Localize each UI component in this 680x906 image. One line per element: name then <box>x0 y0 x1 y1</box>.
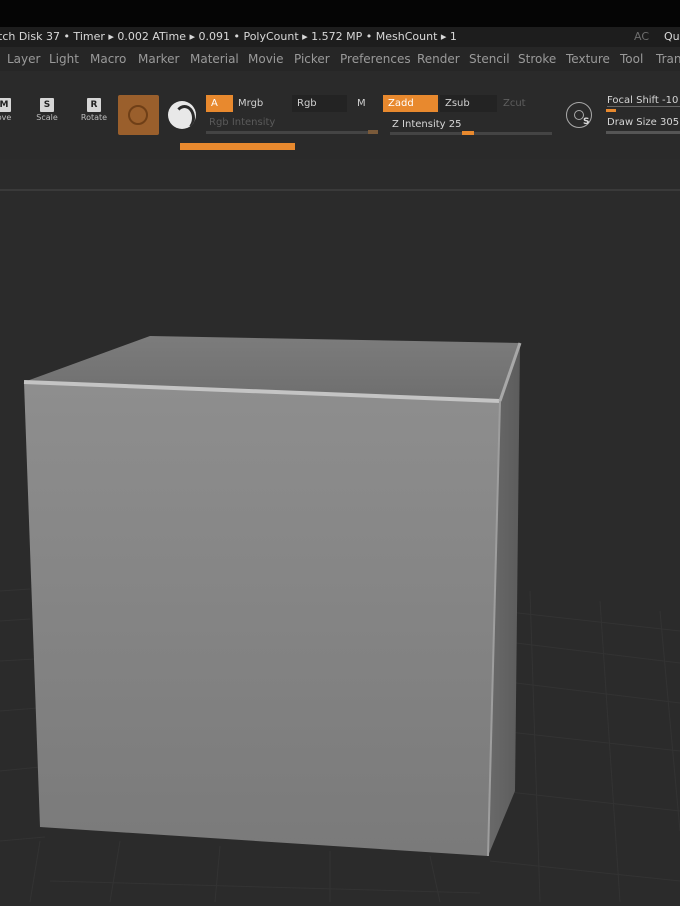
status-bar: tch Disk 37 • Timer ▸ 0.002 ATime ▸ 0.09… <box>0 27 680 47</box>
menu-item-preferences[interactable]: Preferences <box>340 47 411 71</box>
menu-item-material[interactable]: Material <box>190 47 239 71</box>
rotate-icon: R <box>87 98 101 112</box>
menu-item-render[interactable]: Render <box>417 47 460 71</box>
menu-item-macro[interactable]: Macro <box>90 47 126 71</box>
menu-item-light[interactable]: Light <box>49 47 79 71</box>
rgb-intensity-handle[interactable] <box>368 130 378 134</box>
z-intensity-label: Z Intensity 25 <box>392 119 462 130</box>
menu-item-picker[interactable]: Picker <box>294 47 330 71</box>
z-intensity-handle[interactable] <box>462 131 474 135</box>
zadd-toggle[interactable]: Zadd <box>383 95 438 112</box>
scale-button[interactable]: S Scale <box>33 98 61 122</box>
scale-label: Scale <box>36 113 58 122</box>
lazy-mouse-letter: S <box>583 117 590 127</box>
a-toggle[interactable]: A <box>206 95 233 112</box>
rgb-intensity-label: Rgb Intensity <box>209 117 276 128</box>
menu-item-stencil[interactable]: Stencil <box>469 47 510 71</box>
menu-bar: Layer Light Macro Marker Material Movie … <box>0 47 680 71</box>
window-top-bar <box>0 0 680 27</box>
draw-size-label: Draw Size 305 <box>607 117 680 128</box>
m-toggle[interactable]: M <box>352 95 379 112</box>
current-brush-button[interactable] <box>118 95 159 135</box>
ac-label[interactable]: AC <box>634 27 649 47</box>
rotate-button[interactable]: R Rotate <box>80 98 108 122</box>
menu-item-marker[interactable]: Marker <box>138 47 179 71</box>
menu-item-transform[interactable]: Tran <box>656 47 680 71</box>
zcut-toggle[interactable]: Zcut <box>498 95 537 112</box>
menu-item-tool[interactable]: Tool <box>620 47 643 71</box>
scale-icon: S <box>40 98 54 112</box>
move-button[interactable]: M ove <box>0 98 18 122</box>
menu-item-movie[interactable]: Movie <box>248 47 284 71</box>
rgb-toggle[interactable]: Rgb <box>292 95 347 112</box>
rgb-intensity-slider[interactable] <box>206 131 378 134</box>
menu-item-stroke[interactable]: Stroke <box>518 47 556 71</box>
move-label: ove <box>0 113 12 122</box>
rotate-label: Rotate <box>80 113 108 122</box>
focal-shift-slider[interactable] <box>606 109 616 112</box>
quick-save-label[interactable]: Qu <box>664 27 680 47</box>
zsub-toggle[interactable]: Zsub <box>440 95 497 112</box>
lazy-mouse-button[interactable]: S <box>566 102 592 128</box>
focal-shift-label: Focal Shift -10 <box>607 95 680 107</box>
brush-icon <box>128 105 148 125</box>
status-text: tch Disk 37 • Timer ▸ 0.002 ATime ▸ 0.09… <box>0 30 457 43</box>
mrgb-toggle[interactable]: Mrgb <box>233 95 288 112</box>
material-sphere-icon <box>174 105 195 129</box>
material-button[interactable] <box>168 101 196 129</box>
menu-item-texture[interactable]: Texture <box>566 47 610 71</box>
cube-mesh <box>23 336 522 857</box>
viewport-canvas <box>0 336 680 903</box>
draw-size-slider[interactable] <box>606 131 680 134</box>
cube-front-face <box>24 382 500 856</box>
menu-item-layer[interactable]: Layer <box>7 47 40 71</box>
active-tab-indicator <box>180 143 295 150</box>
3d-viewport[interactable] <box>0 191 680 903</box>
move-icon: M <box>0 98 11 112</box>
